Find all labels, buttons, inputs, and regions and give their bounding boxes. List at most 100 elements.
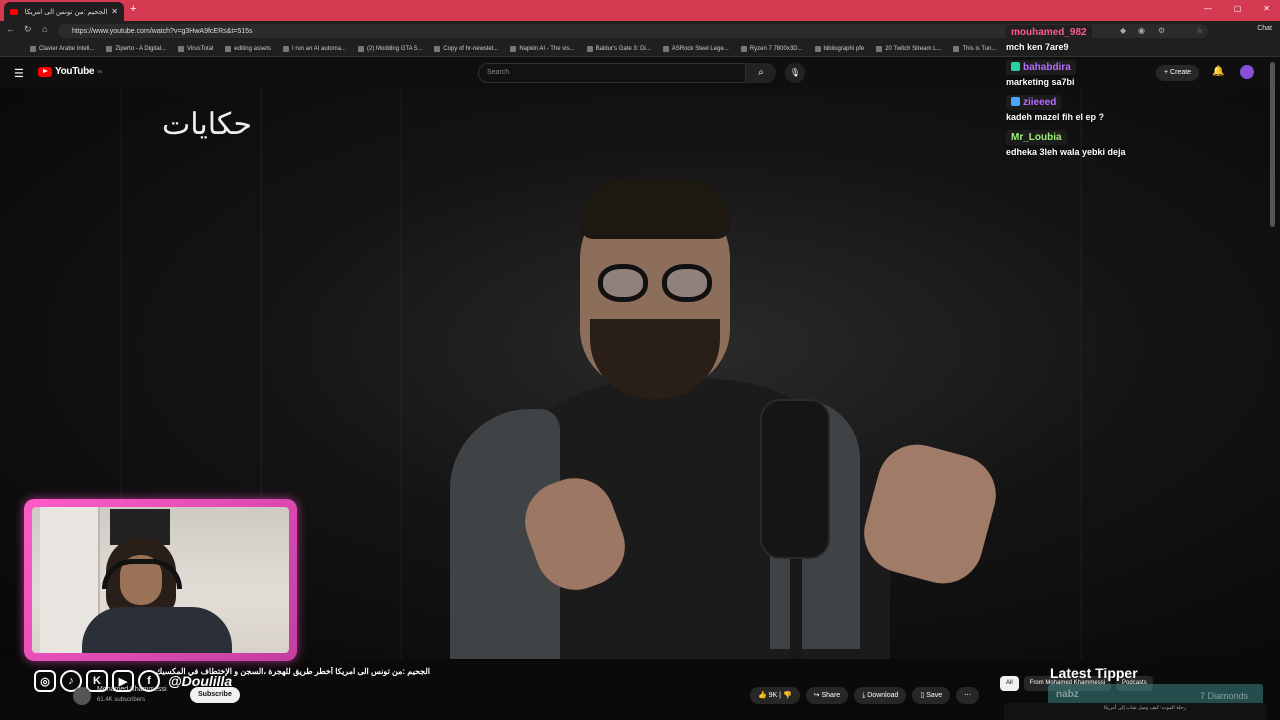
chat-badge-icon: [1011, 97, 1020, 106]
bookmark-favicon-icon: [814, 45, 821, 52]
bookmark-label: Ryzen 7 7800x3D...: [749, 45, 803, 52]
video-title: الجحيم :من تونس الى امريكا أخطر طريق لله…: [155, 667, 430, 676]
bookmark-label: Copy of hr-newslet...: [443, 45, 499, 52]
chat-username: mouhamed_982: [1006, 25, 1092, 40]
bookmark-label: Ziperto - A Digital...: [115, 45, 167, 52]
chat-username-text: ziieeed: [1023, 97, 1057, 108]
bookmark-label: This is Tun...: [962, 45, 997, 52]
bookmark-favicon-icon: [434, 45, 441, 52]
account-avatar[interactable]: [1240, 65, 1254, 79]
close-tab-icon[interactable]: ✕: [111, 7, 118, 16]
chat-text: edheka 3leh wala yebki deja: [1006, 147, 1126, 157]
bookmark-favicon-icon: [30, 45, 36, 52]
thumbs-down-icon[interactable]: 👎: [783, 692, 792, 699]
bookmark-item[interactable]: I run an AI automa...: [283, 45, 347, 52]
youtube-logo[interactable]: YouTube TN: [38, 66, 102, 77]
thumbs-up-icon: 👍: [758, 692, 767, 699]
bookmark-item[interactable]: Clavier Arabe Intell...: [30, 45, 95, 52]
subscriber-count: 61.4K subscribers: [97, 697, 146, 703]
bookmark-favicon-icon: [510, 45, 517, 52]
bookmark-item[interactable]: VirusTotal: [178, 45, 214, 52]
bookmark-label: bibliographi pfe: [823, 45, 865, 52]
bookmark-favicon-icon: [876, 45, 883, 52]
new-tab-icon[interactable]: +: [130, 3, 136, 15]
subscribe-button[interactable]: Subscribe: [190, 687, 240, 703]
save-icon: ▯: [920, 692, 925, 699]
bookmark-favicon-icon: [283, 45, 289, 52]
more-actions-button[interactable]: ⋯: [956, 687, 980, 704]
share-button[interactable]: ↪ Share: [805, 687, 849, 704]
maximize-icon[interactable]: ▢: [1234, 4, 1242, 13]
channel-name[interactable]: Mohamed Khammessi: [97, 686, 167, 693]
chat-text: marketing sa7bi: [1006, 77, 1075, 87]
bookmark-item[interactable]: 20 Twitch Stream L...: [876, 45, 942, 52]
bookmark-label: ASRock Steel Lege...: [671, 45, 729, 52]
bookmark-label: I run an AI automa...: [292, 45, 347, 52]
chat-username: Mr_Loubia: [1006, 130, 1067, 145]
channel-avatar[interactable]: [73, 687, 91, 705]
close-window-icon[interactable]: ✕: [1263, 4, 1270, 13]
microphone-icon[interactable]: 🎙: [785, 63, 805, 83]
chat-username: ziieeed: [1006, 95, 1062, 110]
minimize-icon[interactable]: —: [1204, 4, 1212, 13]
home-icon[interactable]: ⌂: [42, 24, 47, 34]
share-label: Share: [821, 692, 841, 699]
bookmark-item[interactable]: Baldur's Gate 3: Di...: [586, 45, 651, 52]
bookmark-favicon-icon: [178, 45, 185, 52]
chat-message: bahabdira marketing sa7bi: [1006, 57, 1206, 87]
save-button[interactable]: ▯ Save: [912, 687, 951, 704]
logo-text: YouTube: [55, 66, 95, 77]
instagram-icon: ◎: [34, 670, 56, 692]
bookmark-label: editing assets: [234, 45, 271, 52]
browser-tab-active[interactable]: الجحيم :من تونس الى امريكا أخطر طريق ✕: [4, 2, 124, 21]
browser-tab-bar: الجحيم :من تونس الى امريكا أخطر طريق ✕ +…: [0, 0, 1280, 21]
bookmark-item[interactable]: Copy of hr-newslet...: [434, 45, 499, 52]
notifications-bell-icon[interactable]: 🔔: [1212, 66, 1224, 77]
webcam-overlay: [24, 499, 297, 661]
chat-username-text: Mr_Loubia: [1011, 132, 1062, 143]
back-icon[interactable]: ←: [6, 24, 15, 34]
bookmark-label: (2) Modding GTA 5...: [367, 45, 423, 52]
bookmark-favicon-icon: [586, 45, 593, 52]
bookmark-favicon-icon: [225, 45, 232, 52]
bookmark-label: 20 Twitch Stream L...: [885, 45, 942, 52]
download-button[interactable]: ⤓ Download: [854, 687, 907, 704]
chat-button[interactable]: Chat: [1257, 25, 1272, 32]
like-button[interactable]: 👍 9K | 👎: [750, 687, 800, 704]
youtube-play-icon: [38, 66, 52, 77]
bookmark-label: Clavier Arabe Intell...: [39, 45, 95, 52]
recommended-video-item[interactable]: رحلة الموت: كيف وصل شاب إلى أمريكا: [1004, 703, 1266, 720]
window-controls: — ▢ ✕: [1204, 4, 1270, 13]
chat-username-text: mouhamed_982: [1011, 27, 1087, 38]
chip-all[interactable]: All: [1000, 676, 1019, 691]
bookmark-label: Baldur's Gate 3: Di...: [595, 45, 651, 52]
bookmark-item[interactable]: bibliographi pfe: [814, 45, 865, 52]
microphone-image: [760, 399, 830, 559]
bookmark-item[interactable]: ASRock Steel Lege...: [662, 45, 729, 52]
youtube-favicon-icon: [10, 8, 18, 15]
download-icon: ⤓: [862, 692, 866, 699]
bookmark-item[interactable]: (2) Modding GTA 5...: [358, 45, 423, 52]
chat-message: Mr_Loubiaedheka 3leh wala yebki deja: [1006, 127, 1206, 157]
hamburger-menu-icon[interactable]: ☰: [14, 67, 24, 80]
page-scrollbar[interactable]: [1270, 62, 1275, 227]
video-actions: 👍 9K | 👎 ↪ Share ⤓ Download ▯ Save ⋯: [750, 687, 980, 704]
video-frame-host: [430, 149, 1005, 659]
chat-username: bahabdira: [1006, 60, 1076, 75]
bookmark-favicon-icon: [358, 45, 365, 52]
bookmark-item[interactable]: Ryzen 7 7800x3D...: [740, 45, 803, 52]
logo-country-code: TN: [97, 69, 102, 74]
tab-title: الجحيم :من تونس الى امريكا أخطر طريق: [23, 8, 108, 16]
search-icon[interactable]: ⌕: [746, 63, 776, 83]
bookmark-item[interactable]: Napkin AI - The vis...: [510, 45, 575, 52]
bookmark-item[interactable]: editing assets: [225, 45, 271, 52]
share-icon: ↪: [813, 692, 820, 699]
bookmark-item[interactable]: This is Tun...: [953, 45, 997, 52]
bookmark-favicon-icon: [106, 45, 113, 52]
bookmark-label: VirusTotal: [187, 45, 214, 52]
reload-icon[interactable]: ↻: [24, 24, 32, 35]
search-input[interactable]: Search: [478, 63, 746, 83]
latest-tipper-name: nabz: [1056, 689, 1079, 700]
save-label: Save: [926, 692, 943, 699]
bookmark-item[interactable]: Ziperto - A Digital...: [106, 45, 167, 52]
